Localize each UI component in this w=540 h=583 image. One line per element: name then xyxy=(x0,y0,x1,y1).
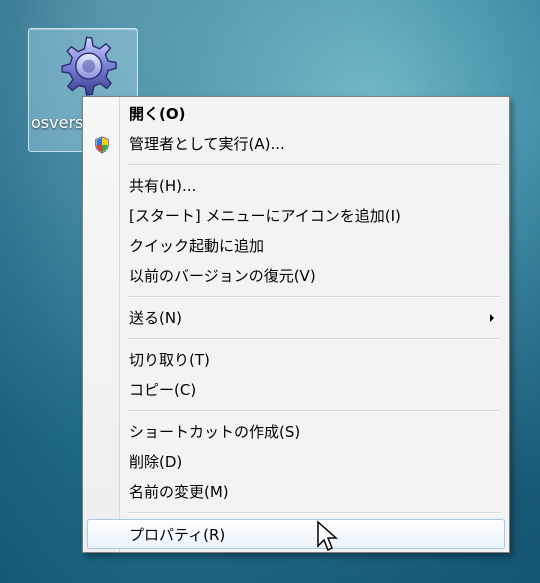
menu-item-label: 開く(O) xyxy=(129,105,186,123)
menu-item-share[interactable]: 共有(H)... xyxy=(83,171,509,201)
menu-item-restore-previous-versions[interactable]: 以前のバージョンの復元(V) xyxy=(83,261,509,291)
menu-separator xyxy=(83,405,509,417)
menu-item-label: クイック起動に追加 xyxy=(129,237,265,255)
menu-item-label: プロパティ(R) xyxy=(129,526,226,544)
menu-item-send-to[interactable]: 送る(N) xyxy=(83,303,509,333)
menu-item-open[interactable]: 開く(O) xyxy=(83,99,509,129)
context-menu: 開く(O) 管理者として実行(A)... 共有(H)... [スタート] メニュ… xyxy=(82,96,510,553)
menu-separator xyxy=(83,291,509,303)
menu-item-copy[interactable]: コピー(C) xyxy=(83,375,509,405)
menu-item-label: 共有(H)... xyxy=(129,177,197,195)
context-menu-list: 開く(O) 管理者として実行(A)... 共有(H)... [スタート] メニュ… xyxy=(83,99,509,549)
menu-item-label: 管理者として実行(A)... xyxy=(129,135,285,153)
menu-item-rename[interactable]: 名前の変更(M) xyxy=(83,477,509,507)
menu-item-create-shortcut[interactable]: ショートカットの作成(S) xyxy=(83,417,509,447)
menu-item-properties[interactable]: プロパティ(R) xyxy=(87,519,505,549)
menu-item-label: 名前の変更(M) xyxy=(129,483,229,501)
menu-item-delete[interactable]: 削除(D) xyxy=(83,447,509,477)
menu-separator xyxy=(83,159,509,171)
menu-item-add-to-start-menu[interactable]: [スタート] メニューにアイコンを追加(I) xyxy=(83,201,509,231)
mouse-pointer-icon xyxy=(317,520,338,552)
menu-separator xyxy=(83,333,509,345)
submenu-arrow-icon xyxy=(487,303,497,333)
menu-item-cut[interactable]: 切り取り(T) xyxy=(83,345,509,375)
uac-shield-icon xyxy=(95,136,109,154)
menu-item-label: コピー(C) xyxy=(129,381,197,399)
menu-item-add-to-quick-launch[interactable]: クイック起動に追加 xyxy=(83,231,509,261)
menu-item-label: ショートカットの作成(S) xyxy=(129,423,301,441)
menu-separator xyxy=(83,507,509,519)
menu-item-label: 削除(D) xyxy=(129,453,183,471)
menu-item-label: 切り取り(T) xyxy=(129,351,210,369)
menu-item-label: [スタート] メニューにアイコンを追加(I) xyxy=(129,207,401,225)
gear-icon xyxy=(61,36,117,96)
menu-item-run-as-admin[interactable]: 管理者として実行(A)... xyxy=(83,129,509,159)
menu-item-label: 以前のバージョンの復元(V) xyxy=(129,267,316,285)
menu-item-label: 送る(N) xyxy=(129,309,182,327)
